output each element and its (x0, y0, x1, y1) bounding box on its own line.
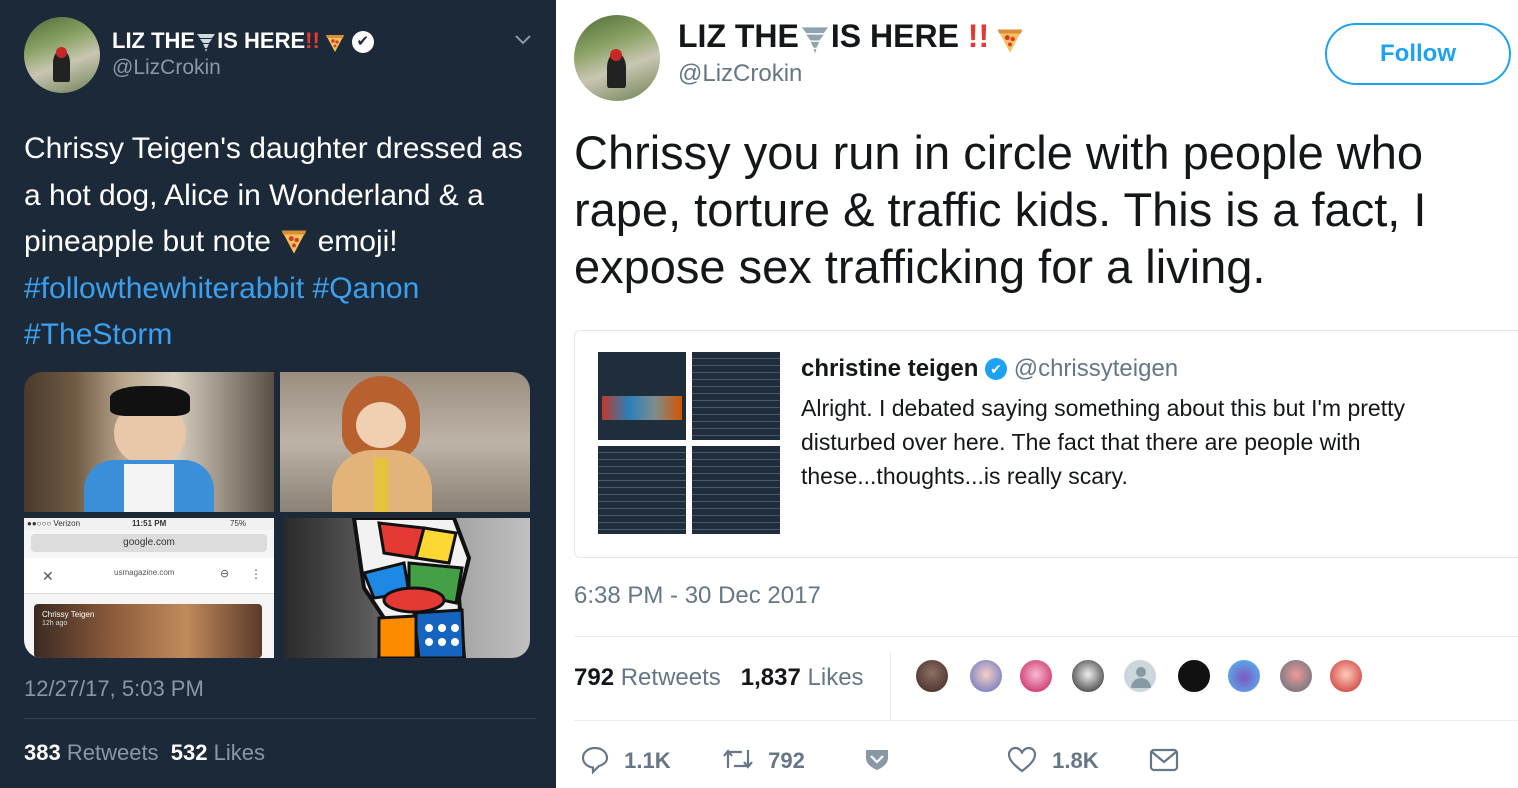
liker-avatar[interactable] (968, 658, 1004, 694)
right-tweet-panel: LIZ THE IS HERE !! @LizCrokin Follow Chr… (556, 0, 1518, 788)
quoted-tweet[interactable]: christine teigen ✔ @chrissyteigen Alrigh… (574, 330, 1518, 558)
quoted-media[interactable] (598, 352, 780, 534)
link-icon[interactable]: ⊖ (220, 567, 229, 580)
direct-message-icon[interactable] (1148, 746, 1180, 774)
hashtag-link[interactable]: #Qanon (313, 272, 420, 305)
pizza-icon (995, 24, 1025, 54)
display-name-part1: LIZ THE (112, 28, 196, 53)
retweet-count: 792 (768, 747, 805, 773)
tornado-icon (799, 23, 831, 55)
retweet-icon (720, 744, 756, 780)
avatar[interactable] (24, 17, 100, 93)
share-icon[interactable] (862, 744, 892, 774)
photo-hotdog-costume[interactable] (280, 372, 530, 512)
hashtag-link[interactable]: #followthewhiterabbit (24, 272, 304, 305)
media-grid: ●●○○○ Verizon 11:51 PM 75% google.com ✕ … (24, 372, 530, 658)
divider (574, 720, 1518, 721)
liker-avatar[interactable] (1226, 658, 1262, 694)
reply-icon (580, 744, 610, 780)
tweet-line: pineapple but note emoji! (24, 223, 398, 258)
tweet-line: Chrissy you run in circle with people wh… (574, 126, 1423, 179)
timestamp[interactable]: 6:38 PM - 30 Dec 2017 (574, 582, 821, 610)
tweet-text: Chrissy Teigen's daughter dressed as a h… (24, 126, 523, 359)
liker-default-avatar[interactable] (1122, 658, 1158, 694)
hashtag-link[interactable]: #TheStorm (24, 318, 172, 351)
display-name-part2: IS HERE (217, 28, 306, 53)
pizza-icon (324, 31, 346, 53)
photo-popart-portrait[interactable] (284, 518, 530, 658)
pizza-icon (279, 223, 309, 254)
double-exclamation-icon: !! (967, 18, 990, 54)
more-icon[interactable]: ⋮ (250, 567, 262, 581)
liker-avatar[interactable] (1070, 658, 1106, 694)
tweet-line: expose sex trafficking for a living. (574, 240, 1266, 293)
handle[interactable]: @LizCrokin (678, 60, 802, 88)
retweets-stat[interactable]: 792 Retweets (574, 664, 721, 691)
popart-mask-icon (351, 518, 472, 658)
phone-battery: 75% (230, 519, 247, 528)
verified-badge-icon: ✔ (985, 358, 1008, 380)
retweet-button[interactable]: 792 (720, 744, 805, 780)
phone-time: 11:51 PM (132, 519, 167, 528)
like-button[interactable]: 1.8K (1006, 744, 1099, 780)
liker-avatar[interactable] (1278, 658, 1314, 694)
quoted-handle: @chrissyteigen (1013, 355, 1179, 382)
reply-button[interactable]: 1.1K (580, 744, 671, 780)
reply-count: 1.1K (624, 747, 671, 773)
phone-carrier: ●●○○○ Verizon (27, 519, 81, 528)
liker-avatar[interactable] (1176, 658, 1212, 694)
engagement-stats: 792 Retweets 1,837 Likes (574, 664, 864, 692)
handle[interactable]: @LizCrokin (112, 56, 221, 80)
tweet-line: Chrissy Teigen's daughter dressed as (24, 132, 523, 165)
likes-stat[interactable]: 1,837 Likes (741, 664, 864, 691)
site-name: usmagazine.com (114, 568, 175, 577)
url-bar[interactable]: google.com (31, 534, 267, 552)
close-icon[interactable]: ✕ (42, 568, 54, 585)
quoted-name: christine teigen (801, 355, 979, 382)
liker-avatar[interactable] (1018, 658, 1054, 694)
photo-alice-costume[interactable] (24, 372, 274, 512)
chevron-down-icon[interactable] (512, 32, 534, 48)
quoted-text: Alright. I debated saying something abou… (801, 395, 1406, 489)
tweet-text: Chrissy you run in circle with people wh… (574, 124, 1426, 295)
stats-separator (890, 652, 891, 720)
heart-icon (1006, 744, 1038, 780)
display-name-part2: IS HERE (830, 18, 959, 54)
liker-avatar[interactable] (1328, 658, 1364, 694)
engagement-stats: 383 Retweets 532 Likes (24, 740, 265, 766)
left-tweet-panel: LIZ THE IS HERE!! ✔ @LizCrokin Chrissy T… (0, 0, 556, 788)
like-count: 1.8K (1052, 747, 1099, 773)
story-time: 12h ago (42, 620, 68, 627)
display-name[interactable]: LIZ THE IS HERE !! (678, 18, 1025, 55)
story-name: Chrissy Teigen (42, 610, 95, 619)
tornado-icon (195, 31, 217, 53)
display-name-part1: LIZ THE (678, 18, 799, 54)
liker-avatar[interactable] (914, 658, 950, 694)
avatar[interactable] (574, 15, 660, 101)
retweets-stat[interactable]: 383 Retweets (24, 740, 159, 765)
tweet-line: rape, torture & traffic kids. This is a … (574, 183, 1427, 236)
follow-button-label: Follow (1380, 40, 1456, 67)
timestamp[interactable]: 12/27/17, 5:03 PM (24, 676, 204, 702)
tweet-line: a hot dog, Alice in Wonderland & a (24, 178, 484, 212)
divider (574, 636, 1518, 637)
verified-badge-icon: ✔ (351, 31, 374, 54)
divider (24, 718, 536, 719)
url-text: google.com (123, 537, 175, 548)
double-exclamation-icon: !! (305, 28, 320, 53)
tweet-line: #followthewhiterabbit #Qanon (24, 266, 523, 313)
likes-stat[interactable]: 532 Likes (171, 740, 265, 765)
quoted-author[interactable]: christine teigen ✔ @chrissyteigen (801, 355, 1178, 383)
photo-phone-screenshot[interactable]: ●●○○○ Verizon 11:51 PM 75% google.com ✕ … (24, 518, 274, 658)
tweet-line: #TheStorm (24, 312, 523, 359)
follow-button[interactable]: Follow (1325, 23, 1511, 85)
display-name[interactable]: LIZ THE IS HERE!! ✔ (112, 28, 374, 54)
